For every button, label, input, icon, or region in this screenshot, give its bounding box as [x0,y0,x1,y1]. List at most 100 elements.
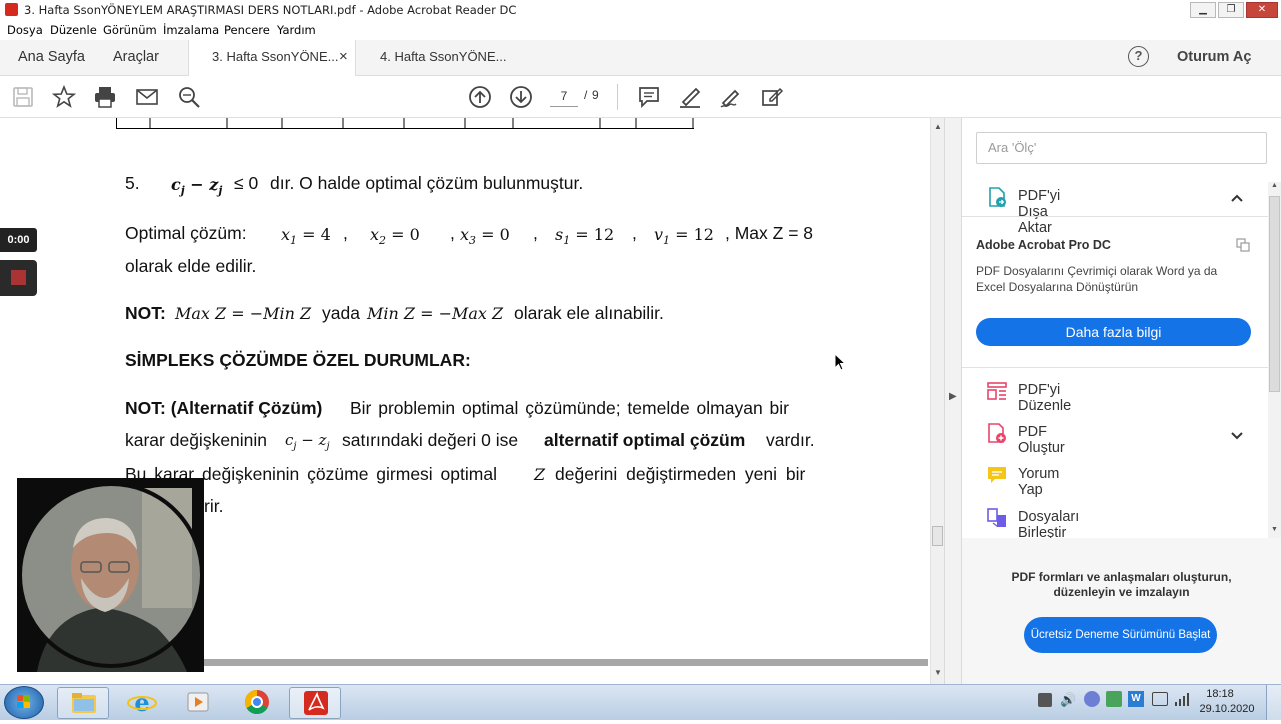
optimal-label: Optimal çözüm: [125,223,247,243]
chevron-down-icon[interactable] [1230,428,1244,440]
copy-icon[interactable] [1236,238,1250,252]
combine-files-icon [987,508,1006,527]
tab-document-active[interactable]: 3. Hafta SsonYÖNE... × [188,40,356,76]
close-window-button[interactable]: ✕ [1246,2,1278,18]
panel-collapse-icon[interactable]: ▶ [949,391,957,402]
bookmark-star-icon[interactable] [52,85,76,109]
tools-scroll-down-icon[interactable]: ▼ [1271,526,1278,533]
sign-in-link[interactable]: Oturum Aç [1177,40,1251,76]
tray-network-icon[interactable] [1038,693,1052,707]
para-line2-c: vardır. [766,430,815,450]
highlight-pen-icon[interactable] [678,85,702,109]
maximize-button[interactable]: ❐ [1218,2,1244,18]
table-fragment [116,118,694,129]
tray-word-icon[interactable]: W [1128,691,1144,707]
comma-2: , [450,223,455,243]
note-formula-2: Min Z = −Max Z [367,304,504,323]
menu-edit[interactable]: Düzenle [50,23,97,37]
comment-tool-label: Yorum Yap [1018,466,1060,498]
clock-date[interactable]: 29.10.2020 [1198,703,1256,715]
tab-document-label: 3. Hafta SsonYÖNE... [212,49,339,64]
draw-sign-icon[interactable] [719,85,743,109]
tools-scroll-up-icon[interactable]: ▲ [1271,182,1278,189]
fill-sign-icon[interactable] [760,85,784,109]
email-icon[interactable] [135,85,159,109]
help-icon[interactable]: ? [1128,46,1149,67]
comment-icon[interactable] [637,85,661,109]
promo-text-1: PDF Dosyalarını Çevrimiçi olarak Word ya… [976,264,1218,278]
menu-file[interactable]: Dosya [7,23,43,37]
menu-sign[interactable]: İmzalama [163,23,219,37]
tray-app2-icon[interactable] [1106,691,1122,707]
optimal-x1: x1 = 4 [281,225,331,247]
tray-signal-icon[interactable] [1174,692,1190,706]
var-v1: v [654,225,664,244]
sub-2: 2 [379,234,387,248]
tray-display-icon[interactable] [1152,692,1168,706]
page-number-input[interactable]: 7 [550,87,578,107]
menu-window[interactable]: Pencere [224,23,270,37]
tab-home[interactable]: Ana Sayfa [18,40,85,76]
optimal-v1: v1 = 12 [654,225,714,247]
tools-pane: Ara 'Ölç' PDF'yi Dışa Aktar Adobe Acroba… [962,118,1281,684]
optimal-x2: x2 = 0 [370,225,420,247]
taskbar-acrobat[interactable] [289,687,341,719]
previous-page-icon[interactable] [468,85,492,109]
menu-help[interactable]: Yardım [277,23,316,37]
toolbar-divider [617,84,618,110]
minimize-button[interactable]: ▁ [1190,2,1216,18]
val-v1: = 12 [670,225,714,244]
val-s1: = 12 [570,225,615,244]
stop-recording-button[interactable] [0,260,37,296]
tab-close-icon[interactable]: × [339,40,348,74]
clock-time[interactable]: 18:18 [1200,688,1240,700]
para-line4: rir. [204,496,224,516]
export-pdf-label: PDF'yi Dışa Aktar [1018,188,1061,236]
tools-scroll-thumb[interactable] [1269,196,1280,392]
scroll-up-icon[interactable]: ▲ [934,122,942,131]
chevron-up-icon[interactable] [1230,190,1244,202]
math-sub-j2: j [326,441,330,452]
next-page-icon[interactable] [509,85,533,109]
para-line3-b: değerini değiştirmeden yeni bir [555,464,806,484]
recording-timer: 0:00 [0,228,37,252]
search-icon[interactable] [177,85,201,109]
taskbar-chrome[interactable] [231,687,283,719]
para-line2-b: satırındaki değeri 0 ise [342,430,519,450]
para-line3-z: Z [534,465,546,484]
panel-toggle-strip[interactable]: ▶ [944,118,962,684]
menu-view[interactable]: Görünüm [103,23,157,37]
var-x1: x [281,225,291,244]
window-title: 3. Hafta SsonYÖNEYLEM ARAŞTIRMASI DERS N… [24,3,517,17]
edit-pdf-label: PDF'yi Düzenle [1018,382,1072,414]
start-trial-button[interactable]: Ücretsiz Deneme Sürümünü Başlat [1024,617,1217,653]
scroll-thumb[interactable] [932,526,943,546]
taskbar-media-player[interactable] [172,687,224,719]
save-icon[interactable] [11,85,35,109]
horizontal-scrollbar[interactable] [204,659,928,666]
taskbar-explorer[interactable] [57,687,109,719]
tray-volume-icon[interactable]: 🔊 [1060,692,1076,708]
optimal-x3: x3 = 0 [460,225,510,247]
tray-app-icon[interactable] [1084,691,1100,707]
note-mid: yada [322,303,360,323]
para-label: NOT: (Alternatif Çözüm) [125,398,323,418]
divider [962,367,1268,368]
show-desktop-button[interactable] [1266,685,1281,720]
item5-leq: ≤ 0 [234,173,259,193]
comma-4: , [632,223,637,243]
tab-tools[interactable]: Araçlar [113,40,159,76]
vertical-scrollbar[interactable]: ▲ ▼ [930,118,944,684]
mouse-cursor-icon [834,353,846,371]
tools-scrollbar[interactable]: ▲ ▼ [1268,182,1281,538]
para-line2-bold: alternatif optimal çözüm [544,430,746,450]
tools-search-input[interactable]: Ara 'Ölç' [976,132,1267,164]
tab-document-2[interactable]: 4. Hafta SsonYÖNE... [380,40,506,76]
page-separator: / [584,88,588,102]
taskbar-internet-explorer[interactable]: e [116,687,168,719]
print-icon[interactable] [93,85,117,109]
start-button[interactable] [4,686,44,719]
scroll-down-icon[interactable]: ▼ [934,668,942,677]
more-info-button[interactable]: Daha fazla bilgi [976,318,1251,346]
optimal-line2: olarak elde edilir. [125,256,257,276]
